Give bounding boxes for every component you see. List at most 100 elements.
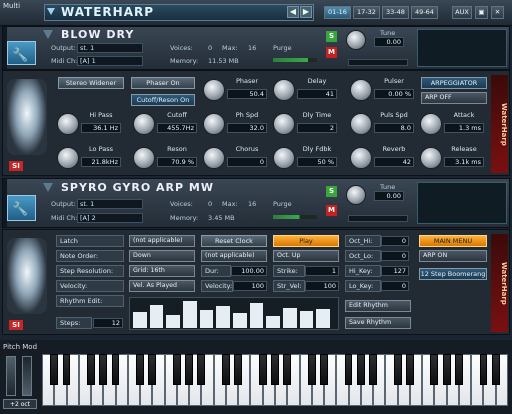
black-key[interactable] [430,354,439,385]
black-key[interactable] [271,354,279,385]
knob-control[interactable] [350,113,372,135]
cutoff-reson-on-button[interactable]: Cutoff/Reson On [131,94,195,106]
fx-knob-attack[interactable]: Attack 1.3 ms [418,109,486,141]
instrument-2-output-select[interactable]: st. 1 [77,199,143,209]
black-key[interactable] [148,354,157,385]
black-key[interactable] [222,354,230,385]
knob-control[interactable] [203,79,225,101]
velocity-mode-select[interactable]: Vel. As Played [129,280,195,292]
instrument-1-purge-label[interactable]: Purge [273,44,292,52]
black-key[interactable] [136,354,145,385]
instrument-1-pan-slider[interactable] [348,59,408,66]
black-key[interactable] [344,354,353,385]
black-key[interactable] [111,354,120,385]
black-key[interactable] [356,354,365,385]
fx-knob-reverb[interactable]: Reverb 42 [348,143,416,175]
instrument-1-name[interactable]: BLOW DRY [61,28,134,41]
knob-control[interactable] [273,79,295,101]
step-boomerang-button[interactable]: 12 Step Boomerang [419,268,487,280]
knob-value[interactable]: 32.0 [227,123,267,133]
page-33-48[interactable]: 33-48 [382,6,409,19]
black-key[interactable] [369,354,378,385]
close-icon[interactable]: ✕ [491,6,504,19]
rhythm-step[interactable] [316,309,330,328]
knob-value[interactable]: 2 [297,123,337,133]
knob-value[interactable]: 0.00 % [374,89,414,99]
octave-direction-select[interactable]: Oct. Up [273,250,339,262]
instrument-2-midi-select[interactable]: [A] 2 [77,213,143,223]
knob-control[interactable] [133,113,155,135]
steps-value[interactable]: 12 [93,318,123,328]
instrument-2-solo-button[interactable]: S [326,186,337,197]
instrument-2-tune-value[interactable]: 0.00 [374,191,404,201]
black-key[interactable] [491,354,500,385]
velocity2-value[interactable]: 100 [233,281,267,291]
black-key[interactable] [393,354,402,385]
fx-knob-lo-pass[interactable]: Lo Pass 21.8kHz [55,143,123,175]
prev-multi-button[interactable]: ◀ [287,6,299,18]
black-key[interactable] [307,354,316,385]
black-key[interactable] [99,354,108,385]
str-vel-value[interactable]: 100 [305,281,339,291]
black-key[interactable] [234,354,243,385]
knob-control[interactable] [203,113,225,135]
save-rhythm-button[interactable]: Save Rhythm [345,317,411,329]
dur-value[interactable]: 100.00 [231,266,267,276]
rhythm-step[interactable] [216,306,230,328]
page-17-32[interactable]: 17-32 [353,6,380,19]
fx-knob-reson[interactable]: Reson 70.9 % [131,143,199,175]
knob-control[interactable] [133,147,155,169]
black-key[interactable] [455,354,463,385]
instrument-2-max-value[interactable]: 16 [248,200,256,208]
knob-control[interactable] [57,147,79,169]
step-resolution-select[interactable]: Grid: 16th [129,265,195,277]
black-key[interactable] [283,354,292,385]
play-button[interactable]: Play [273,235,339,247]
black-key[interactable] [197,354,206,385]
knob-value[interactable]: 0 [227,157,267,167]
instrument-2-purge-label[interactable]: Purge [273,200,292,208]
black-key[interactable] [320,354,328,385]
rhythm-step[interactable] [283,308,297,328]
reset-clock-button[interactable]: Reset Clock [201,235,267,247]
arp-on-select[interactable]: ARP ON [419,250,487,262]
knob-value[interactable]: 455.7Hz [157,123,197,133]
knob-control[interactable] [273,147,295,169]
fx-knob-hi-pass[interactable]: Hi Pass 36.1 Hz [55,109,123,141]
instrument-2-menu-icon[interactable] [43,183,53,192]
multi-name-field[interactable]: WATERHARP [44,4,314,21]
knob-value[interactable]: 36.1 Hz [81,123,121,133]
instrument-1-volume-knob[interactable] [346,30,366,50]
knob-value[interactable]: 41 [297,89,337,99]
fx-knob-release[interactable]: Release 3.1k ms [418,143,486,175]
arp-mode-select[interactable]: ARP OFF [421,92,487,104]
fx-knob-dly-fdbk[interactable]: Dly Fdbk 50 % [271,143,339,175]
main-menu-button[interactable]: MAIN MENU [419,235,487,247]
latch-mode-select[interactable]: (not applicable) [129,235,195,247]
instrument-1-solo-button[interactable]: S [326,31,337,42]
knob-control[interactable] [57,113,79,135]
fx-knob-cutoff[interactable]: Cutoff 455.7Hz [131,109,199,141]
knob-value[interactable]: 70.9 % [157,157,197,167]
instrument-1-mute-button[interactable]: M [326,47,337,58]
fx-knob-phaser[interactable]: Phaser 50.4 [201,75,269,107]
instrument-1-output-select[interactable]: st. 1 [77,43,143,53]
instrument-1-midi-select[interactable]: [A] 1 [77,56,143,66]
instrument-2-pan-slider[interactable] [348,215,408,222]
knob-value[interactable]: 50 % [297,157,337,167]
strike-value[interactable]: 1 [305,266,339,276]
knob-value[interactable]: 8.0 [374,123,414,133]
knob-control[interactable] [420,113,442,135]
aux-button[interactable]: AUX [452,6,472,19]
instrument-2-name[interactable]: SPYRO GYRO ARP MW [61,181,214,194]
instrument-2-mute-button[interactable]: M [326,205,337,216]
black-key[interactable] [442,354,451,385]
edit-rhythm-button[interactable]: Edit Rhythm [345,300,411,312]
mod-wheel[interactable] [22,356,32,396]
black-key[interactable] [405,354,414,385]
lo-key-value[interactable]: 0 [381,281,409,291]
clock-mode-select[interactable]: (not applicable) [201,250,267,262]
black-key[interactable] [62,354,71,385]
rhythm-step[interactable] [249,303,264,328]
oct-lo-value[interactable]: 0 [381,251,409,261]
